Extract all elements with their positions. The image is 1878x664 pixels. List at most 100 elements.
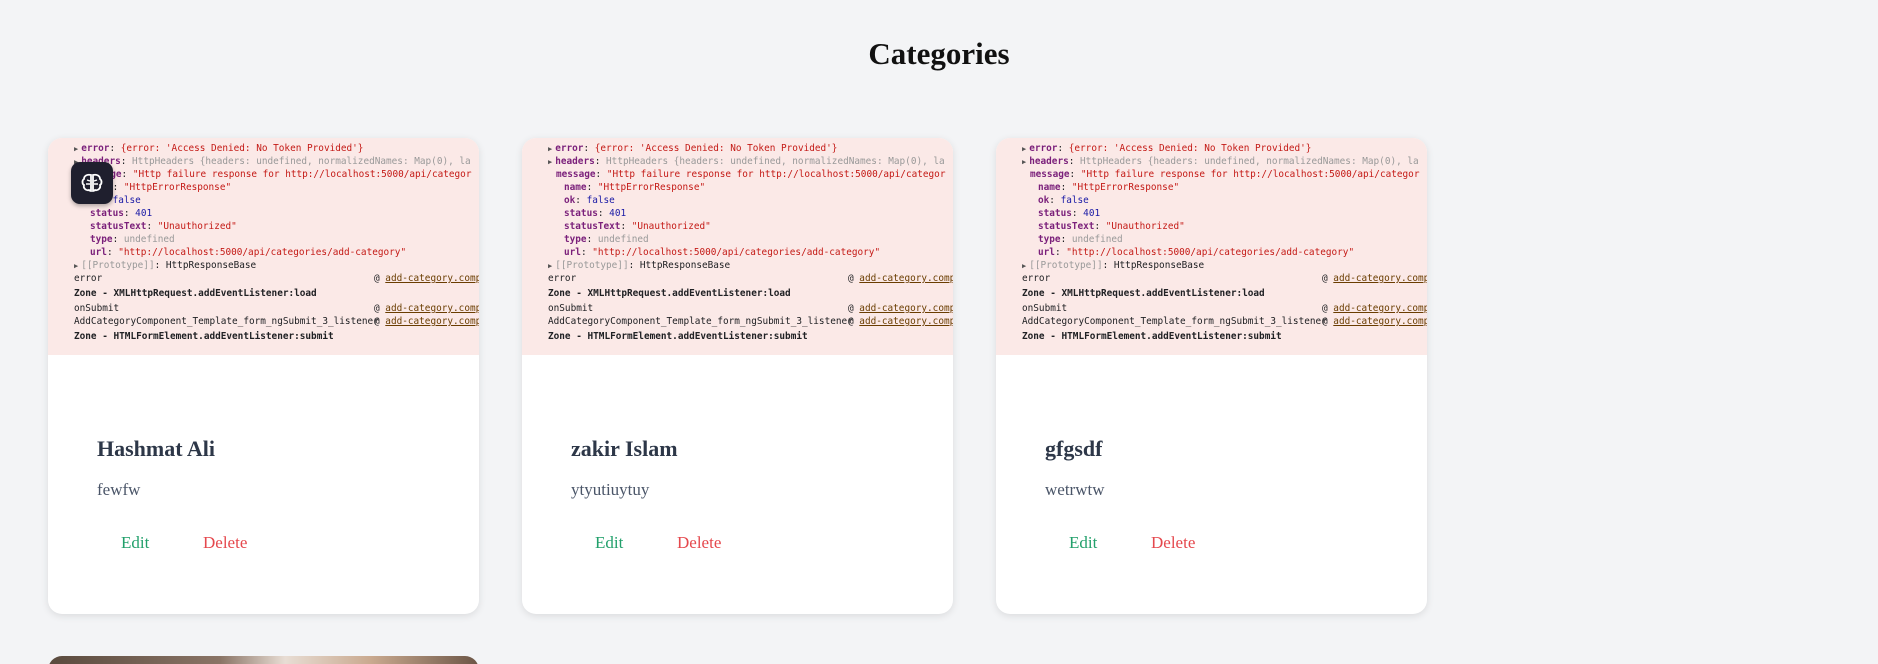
edit-button[interactable]: Edit bbox=[1069, 533, 1097, 553]
log-key: status bbox=[1038, 208, 1072, 219]
stack-source-link: add-category.compon bbox=[1333, 303, 1427, 314]
stack-line: Zone - XMLHttpRequest.addEventListener:l… bbox=[996, 285, 1427, 302]
category-name: gfgsdf bbox=[1045, 436, 1103, 461]
card-body: zakir Islam ytyutiuytuy bbox=[571, 436, 911, 500]
log-value: {error: 'Access Denied: No Token Provide… bbox=[594, 143, 838, 154]
log-key: status bbox=[564, 208, 598, 219]
log-value: undefined bbox=[597, 234, 649, 245]
stack-line: Zone - HTMLFormElement.addEventListener:… bbox=[48, 328, 479, 345]
log-value: {error: 'Access Denied: No Token Provide… bbox=[120, 143, 364, 154]
log-value: "http://localhost:5000/api/categories/ad… bbox=[118, 247, 407, 258]
stack-trace: error @ add-category.compon Zone - XMLHttp… bbox=[522, 272, 953, 345]
log-key: error bbox=[555, 143, 584, 154]
log-value: 401 bbox=[1083, 208, 1101, 219]
log-key: url bbox=[564, 247, 581, 258]
category-card: ▶ error: {error: 'Access Denied: No Token… bbox=[522, 138, 953, 614]
category-name: zakir Islam bbox=[571, 436, 678, 461]
edit-button[interactable]: Edit bbox=[121, 533, 149, 553]
log-value: "Http failure response for http://localh… bbox=[132, 169, 472, 180]
stack-function: onSubmit bbox=[74, 303, 120, 314]
stack-line: error @ add-category.compon bbox=[522, 272, 953, 285]
log-key: headers bbox=[1029, 156, 1069, 167]
stack-source-link: add-category.compon bbox=[859, 316, 953, 327]
category-description: fewfw bbox=[97, 480, 141, 499]
log-value: false bbox=[1060, 195, 1089, 206]
log-key: statusText bbox=[1038, 221, 1095, 232]
delete-button[interactable]: Delete bbox=[677, 533, 721, 553]
stack-source-link: add-category.compon bbox=[1333, 273, 1427, 284]
floating-assistant-button[interactable] bbox=[71, 162, 113, 204]
log-value: false bbox=[586, 195, 615, 206]
log-key: url bbox=[90, 247, 107, 258]
log-key: ok bbox=[1038, 195, 1050, 206]
log-value: "Unauthorized" bbox=[157, 221, 237, 232]
log-value: 401 bbox=[609, 208, 627, 219]
log-value: "HttpErrorResponse" bbox=[597, 182, 706, 193]
stack-line: onSubmit @ add-category.compon bbox=[522, 302, 953, 315]
stack-source: @ add-category.compon bbox=[848, 315, 953, 328]
log-key: name bbox=[1038, 182, 1061, 193]
log-value: false bbox=[112, 195, 141, 206]
log-value: HttpResponseBase bbox=[1113, 260, 1205, 271]
log-key: statusText bbox=[90, 221, 147, 232]
stack-function: error bbox=[1022, 273, 1051, 284]
log-key: ok bbox=[564, 195, 576, 206]
log-key: [[Prototype]] bbox=[1029, 260, 1103, 271]
log-key: error bbox=[1029, 143, 1058, 154]
log-value: "Http failure response for http://localh… bbox=[606, 169, 946, 180]
log-key: message bbox=[556, 169, 596, 180]
brain-icon bbox=[81, 173, 103, 192]
stack-function: Zone - HTMLFormElement.addEventListener:… bbox=[1022, 331, 1282, 342]
log-value: "http://localhost:5000/api/categories/ad… bbox=[592, 247, 881, 258]
delete-button[interactable]: Delete bbox=[203, 533, 247, 553]
log-value: undefined bbox=[123, 234, 175, 245]
log-value: HttpResponseBase bbox=[165, 260, 257, 271]
stack-line: AddCategoryComponent_Template_form_ngSub… bbox=[48, 315, 479, 328]
log-value: 401 bbox=[135, 208, 153, 219]
stack-function: Zone - HTMLFormElement.addEventListener:… bbox=[548, 331, 808, 342]
stack-line: Zone - XMLHttpRequest.addEventListener:l… bbox=[522, 285, 953, 302]
log-key: error bbox=[81, 143, 110, 154]
stack-line: Zone - HTMLFormElement.addEventListener:… bbox=[996, 328, 1427, 345]
log-value: HttpHeaders {headers: undefined, normali… bbox=[1080, 156, 1419, 167]
stack-source: @ add-category.compon bbox=[1322, 315, 1427, 328]
stack-source: @ add-category.compon bbox=[374, 272, 479, 285]
category-name: Hashmat Ali bbox=[97, 436, 215, 461]
stack-trace: error @ add-category.compon Zone - XMLHttp… bbox=[996, 272, 1427, 345]
stack-source-link: add-category.compon bbox=[859, 303, 953, 314]
stack-source-link: add-category.compon bbox=[385, 273, 479, 284]
category-card: ▶ error: {error: 'Access Denied: No Token… bbox=[48, 138, 479, 614]
stack-source: @ add-category.compon bbox=[848, 302, 953, 315]
log-key: url bbox=[1038, 247, 1055, 258]
log-key: [[Prototype]] bbox=[555, 260, 629, 271]
page-title: Categories bbox=[868, 36, 1010, 71]
stack-function: Zone - XMLHttpRequest.addEventListener:l… bbox=[74, 288, 317, 299]
edit-button[interactable]: Edit bbox=[595, 533, 623, 553]
stack-line: Zone - XMLHttpRequest.addEventListener:l… bbox=[48, 285, 479, 302]
stack-line: error @ add-category.compon bbox=[996, 272, 1427, 285]
stack-source-link: add-category.compon bbox=[859, 273, 953, 284]
log-value: "HttpErrorResponse" bbox=[123, 182, 232, 193]
log-key: [[Prototype]] bbox=[81, 260, 155, 271]
log-value: "HttpErrorResponse" bbox=[1071, 182, 1180, 193]
stack-function: Zone - XMLHttpRequest.addEventListener:l… bbox=[548, 288, 791, 299]
category-description: ytyutiuytuy bbox=[571, 480, 650, 499]
delete-button[interactable]: Delete bbox=[1151, 533, 1195, 553]
stack-source: @ add-category.compon bbox=[374, 302, 479, 315]
log-value: {error: 'Access Denied: No Token Provide… bbox=[1068, 143, 1312, 154]
log-key: type bbox=[1038, 234, 1061, 245]
card-image: ▶ error: {error: 'Access Denied: No Token… bbox=[996, 138, 1427, 355]
stack-function: onSubmit bbox=[548, 303, 594, 314]
log-value: "Unauthorized" bbox=[1105, 221, 1185, 232]
stack-function: AddCategoryComponent_Template_form_ngSub… bbox=[1022, 316, 1327, 327]
log-key: status bbox=[90, 208, 124, 219]
stack-function: Zone - XMLHttpRequest.addEventListener:l… bbox=[1022, 288, 1265, 299]
log-key: name bbox=[564, 182, 587, 193]
log-key: type bbox=[564, 234, 587, 245]
stack-source-link: add-category.compon bbox=[385, 303, 479, 314]
stack-line: AddCategoryComponent_Template_form_ngSub… bbox=[522, 315, 953, 328]
stack-source: @ add-category.compon bbox=[374, 315, 479, 328]
log-value: "Unauthorized" bbox=[631, 221, 711, 232]
card-body: Hashmat Ali fewfw bbox=[97, 436, 437, 500]
stack-function: AddCategoryComponent_Template_form_ngSub… bbox=[548, 316, 853, 327]
